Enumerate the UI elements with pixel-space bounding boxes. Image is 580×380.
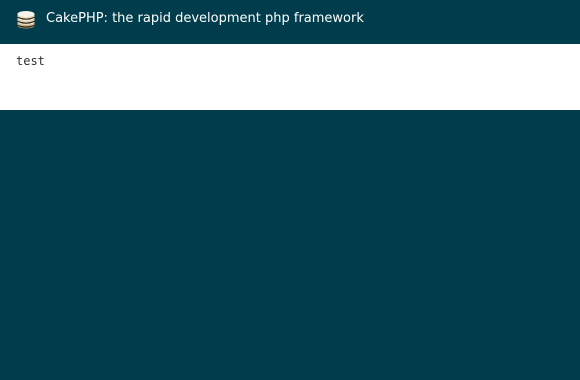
page: CakePHP: the rapid development php frame… xyxy=(0,0,580,380)
content-text: test xyxy=(16,54,45,68)
page-title: CakePHP: the rapid development php frame… xyxy=(46,11,364,26)
header: CakePHP: the rapid development php frame… xyxy=(0,0,580,44)
content-panel: test xyxy=(0,44,580,110)
cakephp-logo-icon xyxy=(16,10,36,30)
